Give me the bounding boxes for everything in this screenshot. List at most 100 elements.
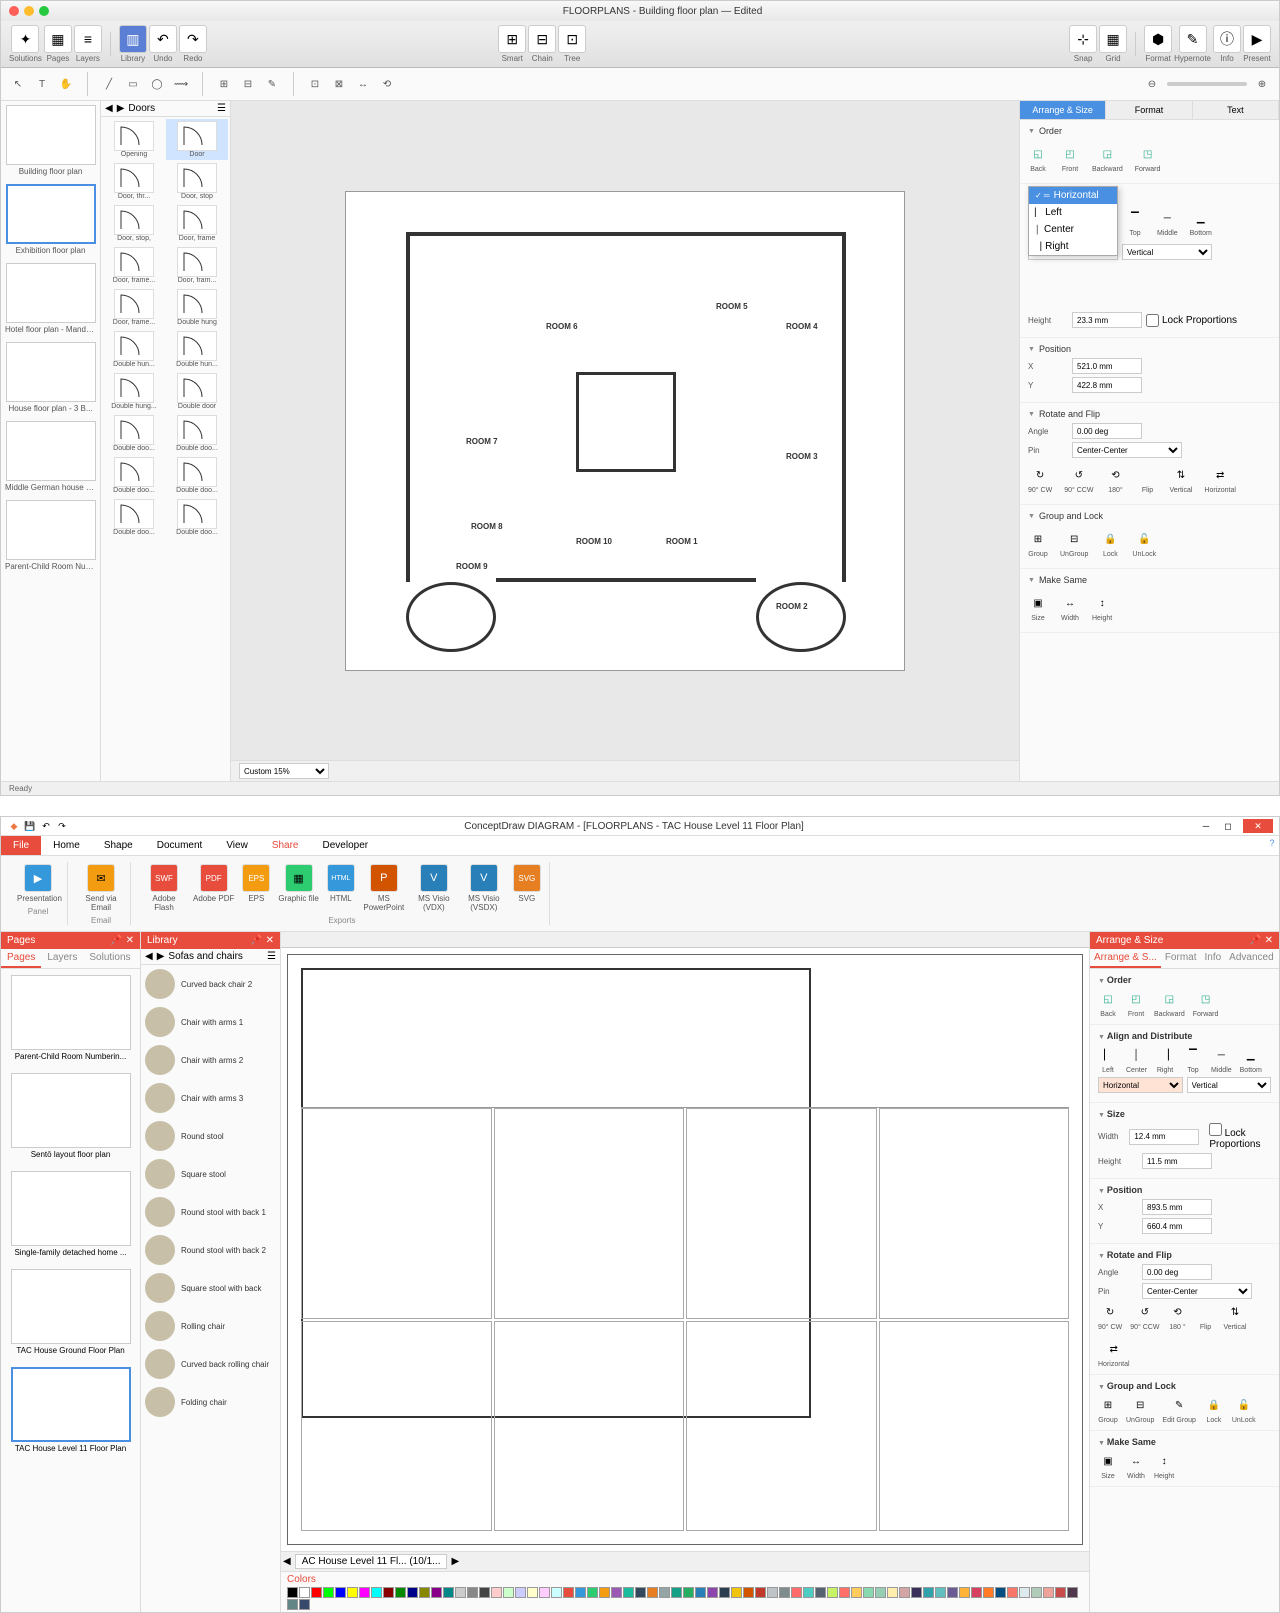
- help-icon[interactable]: ?: [1265, 836, 1279, 850]
- color-swatch[interactable]: [299, 1599, 310, 1610]
- library-button[interactable]: ▥Library: [119, 25, 147, 63]
- color-swatch[interactable]: [1055, 1587, 1066, 1598]
- color-swatch[interactable]: [575, 1587, 586, 1598]
- undo-icon[interactable]: ↶: [39, 819, 53, 833]
- export-pdf-button[interactable]: PDFAdobe PDF: [191, 862, 236, 914]
- color-swatch[interactable]: [287, 1587, 298, 1598]
- distribute-tool-icon[interactable]: ⊟: [239, 75, 257, 93]
- ungroup-button[interactable]: ⊟UnGroup: [1126, 1395, 1154, 1424]
- color-swatch[interactable]: [767, 1587, 778, 1598]
- library-item[interactable]: Double doo...: [166, 497, 228, 538]
- library-item[interactable]: Square stool with back: [141, 1269, 280, 1307]
- presentation-button[interactable]: ▶Presentation: [15, 862, 61, 905]
- color-swatch[interactable]: [395, 1587, 406, 1598]
- save-icon[interactable]: 💾: [23, 819, 37, 833]
- dropdown-item-center[interactable]: │ Center: [1029, 221, 1117, 238]
- rotate-ccw-button[interactable]: ↺90° CCW: [1064, 465, 1093, 494]
- subtab-layers[interactable]: Layers: [41, 949, 83, 968]
- rotate-tool-icon[interactable]: ⟲: [378, 75, 396, 93]
- color-swatch[interactable]: [455, 1587, 466, 1598]
- library-item[interactable]: Curved back chair 2: [141, 965, 280, 1003]
- same-width-button[interactable]: ↔Width: [1126, 1451, 1146, 1480]
- same-size-button[interactable]: ▣Size: [1098, 1451, 1118, 1480]
- y-input[interactable]: [1072, 377, 1142, 393]
- connector-tool-icon[interactable]: ⟿: [172, 75, 190, 93]
- group-title[interactable]: Group and Lock: [1028, 511, 1271, 521]
- color-swatch[interactable]: [755, 1587, 766, 1598]
- color-swatch[interactable]: [551, 1587, 562, 1598]
- color-swatch[interactable]: [983, 1587, 994, 1598]
- tab-advanced[interactable]: Advanced: [1225, 949, 1277, 968]
- canvas[interactable]: ROOM 1 ROOM 2 ROOM 3 ROOM 4 ROOM 5 ROOM …: [231, 101, 1019, 781]
- pin-icon[interactable]: 📌 ✕: [250, 935, 274, 946]
- width-input[interactable]: [1129, 1129, 1199, 1145]
- align-left-button[interactable]: ▏Left: [1098, 1045, 1118, 1074]
- color-swatch[interactable]: [563, 1587, 574, 1598]
- pin-select[interactable]: Center-Center: [1142, 1283, 1252, 1299]
- color-swatch[interactable]: [1043, 1587, 1054, 1598]
- flip-horizontal-button[interactable]: ⇄Horizontal: [1204, 465, 1236, 494]
- align-bottom-button[interactable]: ▁Bottom: [1240, 1045, 1262, 1074]
- height-input[interactable]: [1142, 1153, 1212, 1169]
- canvas[interactable]: ◀ AC House Level 11 Fl... (10/1... ▶ Col…: [281, 932, 1089, 1612]
- redo-icon[interactable]: ↷: [55, 819, 69, 833]
- page-thumbnail[interactable]: TAC House Ground Floor Plan: [1, 1263, 140, 1361]
- library-item[interactable]: Double hun...: [166, 329, 228, 370]
- library-item[interactable]: Door: [166, 119, 228, 160]
- export-flash-button[interactable]: SWFAdobe Flash: [141, 862, 187, 914]
- tab-format[interactable]: Format: [1161, 949, 1201, 968]
- x-input[interactable]: [1072, 358, 1142, 374]
- bring-front-button[interactable]: ◰Front: [1060, 144, 1080, 173]
- tab-arrange[interactable]: Arrange & S...: [1090, 949, 1161, 968]
- rotate-title[interactable]: Rotate and Flip: [1028, 409, 1271, 419]
- tab-share[interactable]: Share: [260, 836, 311, 855]
- same-height-button[interactable]: ↕Height: [1154, 1451, 1174, 1480]
- color-swatch[interactable]: [947, 1587, 958, 1598]
- align-top-button[interactable]: ▔Top: [1125, 208, 1145, 237]
- color-swatch[interactable]: [887, 1587, 898, 1598]
- zoom-slider[interactable]: [1167, 82, 1247, 86]
- color-swatch[interactable]: [1019, 1587, 1030, 1598]
- lock-proportions-checkbox[interactable]: Lock Proportions: [1146, 314, 1237, 327]
- color-swatch[interactable]: [647, 1587, 658, 1598]
- info-button[interactable]: ⓘInfo: [1213, 25, 1241, 63]
- tab-file[interactable]: File: [1, 836, 41, 855]
- solutions-button[interactable]: ✦Solutions: [9, 25, 42, 63]
- color-swatch[interactable]: [863, 1587, 874, 1598]
- lock-proportions-checkbox[interactable]: Lock Proportions: [1209, 1123, 1271, 1150]
- export-graphic-button[interactable]: ▦Graphic file: [276, 862, 320, 914]
- tab-document[interactable]: Document: [145, 836, 215, 855]
- color-swatch[interactable]: [431, 1587, 442, 1598]
- color-swatch[interactable]: [371, 1587, 382, 1598]
- ungroup-button[interactable]: ⊟UnGroup: [1060, 529, 1088, 558]
- library-item[interactable]: Double doo...: [166, 413, 228, 454]
- color-swatch[interactable]: [707, 1587, 718, 1598]
- color-swatch[interactable]: [959, 1587, 970, 1598]
- rect-tool-icon[interactable]: ▭: [124, 75, 142, 93]
- lock-button[interactable]: 🔒Lock: [1204, 1395, 1224, 1424]
- color-swatch[interactable]: [731, 1587, 742, 1598]
- subtab-pages[interactable]: Pages: [1, 949, 41, 968]
- color-swatch[interactable]: [851, 1587, 862, 1598]
- color-swatch[interactable]: [623, 1587, 634, 1598]
- angle-input[interactable]: [1072, 423, 1142, 439]
- pointer-tool-icon[interactable]: ↖: [9, 75, 27, 93]
- edit-group-button[interactable]: ✎Edit Group: [1162, 1395, 1195, 1424]
- color-swatch[interactable]: [803, 1587, 814, 1598]
- distribute-select[interactable]: Vertical: [1187, 1077, 1272, 1093]
- color-swatch[interactable]: [899, 1587, 910, 1598]
- align-middle-button[interactable]: ─Middle: [1157, 208, 1178, 237]
- export-ppt-button[interactable]: PMS PowerPoint: [361, 862, 407, 914]
- color-swatch[interactable]: [287, 1599, 298, 1610]
- tab-arrange[interactable]: Arrange & Size: [1020, 101, 1106, 119]
- library-item[interactable]: Round stool with back 1: [141, 1193, 280, 1231]
- rotate-180-button[interactable]: ⟲180°: [1105, 465, 1125, 494]
- export-eps-button[interactable]: EPSEPS: [240, 862, 272, 914]
- tab-view[interactable]: View: [214, 836, 260, 855]
- angle-input[interactable]: [1142, 1264, 1212, 1280]
- edit-tool-icon[interactable]: ✎: [263, 75, 281, 93]
- page-thumbnail[interactable]: Sentō layout floor plan: [1, 1067, 140, 1165]
- library-item[interactable]: Double door: [166, 371, 228, 412]
- library-item[interactable]: Double doo...: [103, 413, 165, 454]
- color-swatch[interactable]: [743, 1587, 754, 1598]
